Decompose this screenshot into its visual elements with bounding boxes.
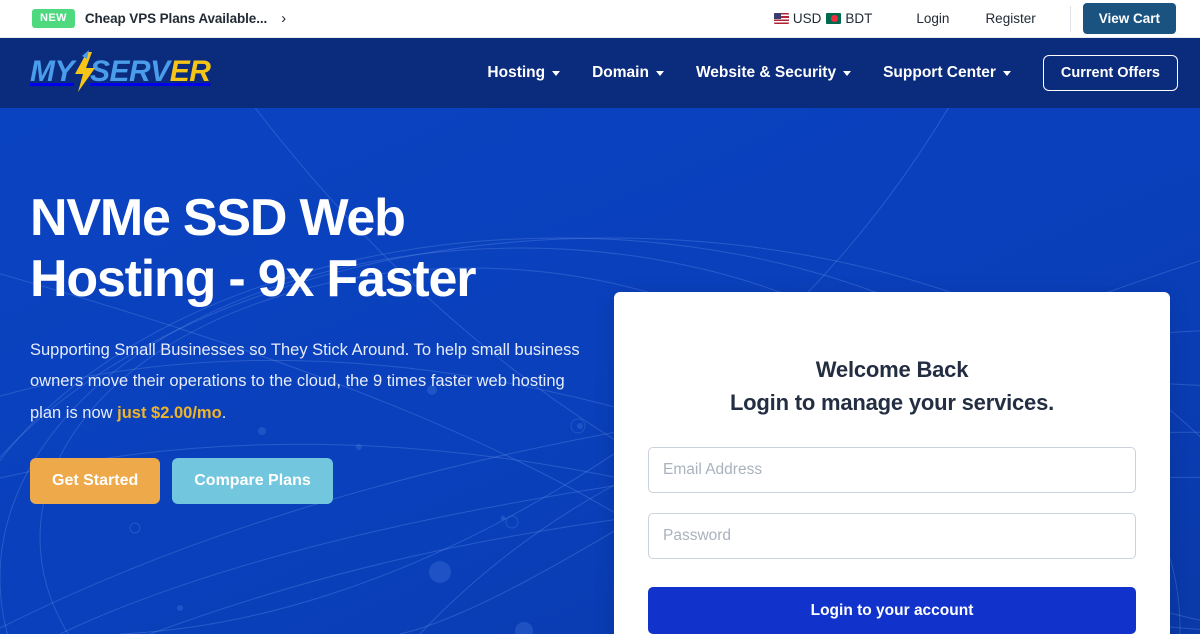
bangladesh-flag-icon bbox=[826, 13, 842, 24]
hero-subtitle-part2: . bbox=[221, 404, 227, 423]
chevron-down-icon bbox=[552, 70, 561, 76]
logo-text-er: ER bbox=[169, 55, 211, 89]
hero-section: NVMe SSD Web Hosting - 9x Faster Support… bbox=[0, 108, 1200, 634]
top-utility-actions: USD BDT Login Register View Cart bbox=[773, 0, 1176, 37]
chevron-down-icon bbox=[843, 70, 852, 76]
currency-switcher[interactable]: USD BDT bbox=[773, 11, 872, 26]
logo-text-my: MY bbox=[30, 55, 75, 89]
login-card: Welcome Back Login to manage your servic… bbox=[614, 292, 1170, 634]
promo-text: Cheap VPS Plans Available... bbox=[84, 11, 268, 26]
nav-item-support-center-label: Support Center bbox=[883, 64, 996, 81]
login-form: Login to your account Don't have an acco… bbox=[648, 447, 1136, 634]
currency-usd-label: USD bbox=[792, 11, 822, 26]
nav-item-hosting[interactable]: Hosting bbox=[471, 64, 576, 82]
hero-title: NVMe SSD Web Hosting - 9x Faster bbox=[30, 188, 615, 311]
nav-item-website-security[interactable]: Website & Security bbox=[680, 64, 867, 82]
hero-title-line2: Hosting - 9x Faster bbox=[30, 250, 477, 309]
divider bbox=[1069, 5, 1071, 32]
logo-text-serv: SERV bbox=[90, 55, 170, 89]
nav-item-domain[interactable]: Domain bbox=[576, 64, 680, 82]
chevron-down-icon bbox=[1002, 70, 1011, 76]
password-field[interactable] bbox=[648, 513, 1136, 560]
login-card-title-line2: Login to manage your services. bbox=[729, 389, 1055, 415]
register-link[interactable]: Register bbox=[967, 11, 1053, 26]
login-submit-button[interactable]: Login to your account bbox=[648, 587, 1136, 634]
nav-item-domain-label: Domain bbox=[592, 64, 649, 81]
currency-bdt[interactable]: BDT bbox=[826, 11, 872, 26]
hero-cta-group: Get Started Compare Plans bbox=[30, 457, 615, 504]
promo-banner[interactable]: NEW Cheap VPS Plans Available... › bbox=[32, 9, 287, 28]
hero-subtitle: Supporting Small Businesses so They Stic… bbox=[30, 335, 582, 430]
hero-subtitle-part1: Supporting Small Businesses so They Stic… bbox=[30, 340, 580, 423]
chevron-right-icon: › bbox=[281, 10, 287, 27]
hero-title-line1: NVMe SSD Web bbox=[30, 189, 406, 247]
chevron-down-icon bbox=[655, 70, 664, 76]
main-navbar: MY SERVER Hosting Domain Website & Securi… bbox=[0, 38, 1200, 108]
email-field[interactable] bbox=[648, 447, 1136, 494]
top-utility-bar: NEW Cheap VPS Plans Available... › USD B… bbox=[0, 0, 1200, 38]
currency-usd[interactable]: USD bbox=[773, 11, 822, 26]
view-cart-button[interactable]: View Cart bbox=[1082, 3, 1176, 34]
nav-item-support-center[interactable]: Support Center bbox=[867, 64, 1027, 82]
site-logo[interactable]: MY SERVER bbox=[30, 49, 211, 95]
hero-price-highlight: just $2.00/mo bbox=[117, 404, 222, 423]
hero-text-block: NVMe SSD Web Hosting - 9x Faster Support… bbox=[30, 108, 615, 634]
currency-bdt-label: BDT bbox=[845, 11, 873, 26]
login-link[interactable]: Login bbox=[898, 11, 967, 26]
nav-item-hosting-label: Hosting bbox=[487, 64, 546, 81]
nav-item-website-security-label: Website & Security bbox=[695, 64, 837, 81]
us-flag-icon bbox=[773, 13, 789, 24]
login-card-title-line1: Welcome Back bbox=[815, 357, 969, 382]
primary-navigation: Hosting Domain Website & Security Suppor… bbox=[471, 55, 1178, 91]
current-offers-button[interactable]: Current Offers bbox=[1042, 55, 1178, 91]
compare-plans-button[interactable]: Compare Plans bbox=[172, 457, 333, 504]
new-badge: NEW bbox=[32, 9, 75, 28]
lightning-bolt-icon bbox=[74, 49, 95, 92]
login-card-title: Welcome Back Login to manage your servic… bbox=[648, 354, 1136, 419]
get-started-button[interactable]: Get Started bbox=[30, 457, 161, 504]
